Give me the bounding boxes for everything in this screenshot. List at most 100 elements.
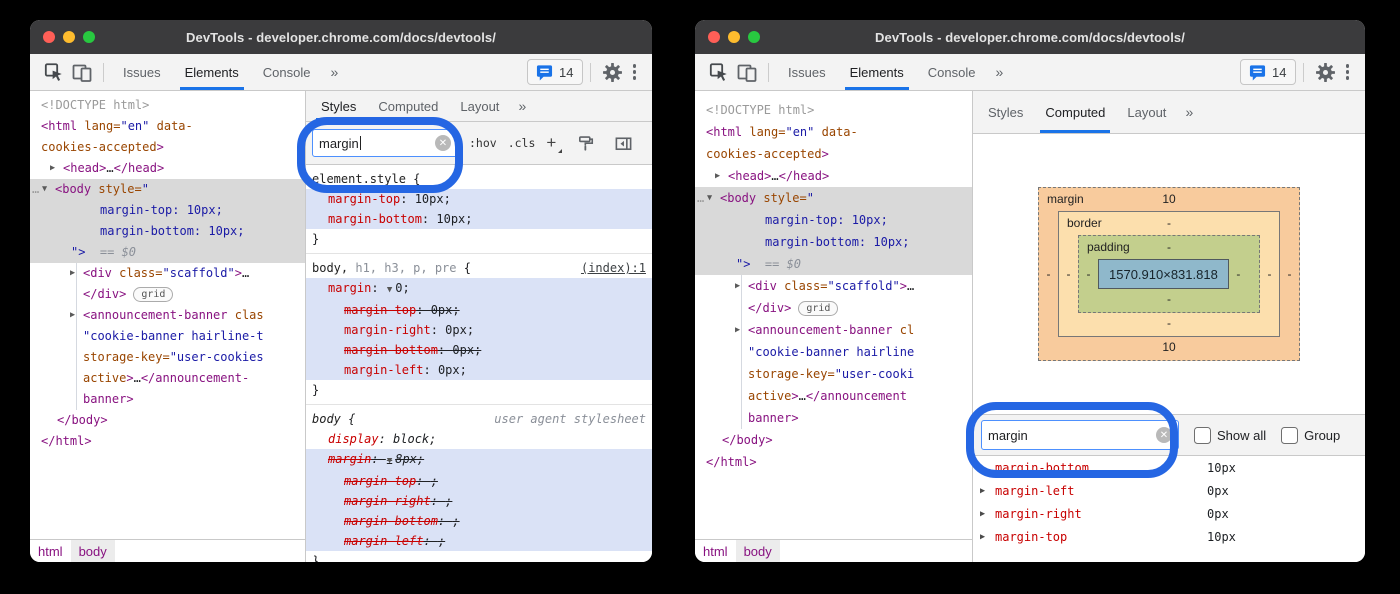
css-declaration[interactable]: margin: ▼8px; (306, 449, 652, 471)
dom-tree-line[interactable]: storage-key="user-cooki (695, 363, 972, 385)
dom-tree-line[interactable]: margin-top: 10px; (695, 209, 972, 231)
shorthand-expand-icon[interactable]: ▼ (387, 456, 392, 466)
dom-tree-line[interactable]: </div>grid (30, 284, 305, 305)
breadcrumb-item-body[interactable]: body (71, 540, 115, 562)
dom-tree-line[interactable]: "cookie-banner hairline-t (30, 326, 305, 347)
disclosure-triangle-icon[interactable]: ▶ (980, 532, 995, 542)
breadcrumb-item-html[interactable]: html (695, 540, 736, 562)
disclosure-triangle-icon[interactable]: ▶ (70, 263, 75, 284)
computed-property-row[interactable]: ▶margin-right0px (973, 502, 1365, 525)
disclosure-triangle-icon[interactable]: ▶ (980, 486, 995, 496)
margin-right-value[interactable]: - (1280, 267, 1299, 281)
close-button[interactable] (708, 31, 720, 43)
dom-tree-line[interactable]: banner> (695, 407, 972, 429)
dom-tree-line[interactable]: ▶<announcement-banner cl (695, 319, 972, 341)
padding-top-value[interactable]: - (1079, 240, 1259, 254)
tab-issues[interactable]: Issues (111, 54, 173, 90)
title-bar[interactable]: DevTools - developer.chrome.com/docs/dev… (695, 20, 1365, 54)
css-declaration[interactable]: margin-bottom: ; (306, 511, 652, 531)
dom-tree-line[interactable]: ▶<div class="scaffold">… (695, 275, 972, 297)
border-top-value[interactable]: - (1059, 216, 1279, 230)
more-tabs-button[interactable]: » (510, 98, 534, 114)
css-declaration[interactable]: margin-left: 0px; (306, 360, 652, 380)
dom-tree-line[interactable]: storage-key="user-cookies (30, 347, 305, 368)
computed-filter-input[interactable]: margin ✕ (981, 420, 1179, 450)
border-bottom-value[interactable]: - (1059, 316, 1279, 330)
settings-button[interactable] (598, 54, 627, 90)
dom-tree-line[interactable]: banner> (30, 389, 305, 410)
dom-tree-line[interactable]: <html lang="en" data- (695, 121, 972, 143)
css-declaration[interactable]: margin-right: 0px; (306, 320, 652, 340)
tab-elements[interactable]: Elements (838, 54, 916, 90)
dom-tree-line[interactable]: …▼<body style=" (695, 187, 972, 209)
group-checkbox[interactable]: Group (1281, 427, 1340, 444)
css-declaration[interactable]: margin-bottom: 10px; (306, 209, 652, 229)
dom-tree-line[interactable]: …▼<body style=" (30, 179, 305, 200)
rendering-emulation-button[interactable] (572, 122, 599, 164)
border-right-value[interactable]: - (1260, 267, 1279, 281)
computed-property-row[interactable]: ▶margin-left0px (973, 479, 1365, 502)
css-declaration[interactable]: display: block; (306, 429, 652, 449)
tab-computed[interactable]: Computed (367, 91, 449, 121)
settings-button[interactable] (1311, 54, 1340, 90)
show-all-checkbox[interactable]: Show all (1194, 427, 1266, 444)
breadcrumb-item-body[interactable]: body (736, 540, 780, 562)
boxmodel-border-layer[interactable]: border - - padding - (1058, 211, 1280, 337)
dom-tree-line[interactable]: margin-bottom: 10px; (695, 231, 972, 253)
new-style-rule-button[interactable]: + (546, 135, 561, 151)
dom-tree-line[interactable]: </html> (30, 431, 305, 452)
tab-computed[interactable]: Computed (1034, 91, 1116, 133)
disclosure-triangle-icon[interactable]: ▶ (50, 158, 55, 179)
css-declaration[interactable]: margin-top: ; (306, 471, 652, 491)
inspect-element-button[interactable] (40, 54, 68, 90)
dom-tree-line[interactable]: ▶<div class="scaffold">… (30, 263, 305, 284)
dom-tree-line[interactable]: </div>grid (695, 297, 972, 319)
dom-tree-line[interactable]: cookies-accepted> (695, 143, 972, 165)
more-tabs-button[interactable]: » (322, 64, 346, 80)
boxmodel-padding-layer[interactable]: padding - - 1570.910×831.818 - (1078, 235, 1260, 313)
minimize-button[interactable] (63, 31, 75, 43)
toggle-sidebar-button[interactable] (610, 122, 637, 164)
title-bar[interactable]: DevTools - developer.chrome.com/docs/dev… (30, 20, 652, 54)
css-declaration[interactable]: margin: ▼0; (306, 278, 652, 300)
dom-tree-line[interactable]: "cookie-banner hairline (695, 341, 972, 363)
close-button[interactable] (43, 31, 55, 43)
shorthand-expand-icon[interactable]: ▼ (387, 285, 392, 295)
computed-property-row[interactable]: ▶margin-bottom10px (973, 456, 1365, 479)
css-declaration[interactable]: margin-right: ; (306, 491, 652, 511)
boxmodel-margin-layer[interactable]: margin 10 - border - - (1038, 187, 1300, 361)
css-declaration[interactable]: margin-bottom: 0px; (306, 340, 652, 360)
padding-right-value[interactable]: - (1229, 267, 1248, 281)
grid-badge[interactable]: grid (798, 301, 838, 316)
padding-left-value[interactable]: - (1079, 267, 1098, 281)
boxmodel-content-box[interactable]: 1570.910×831.818 (1098, 259, 1229, 289)
hidden-items-ellipsis-icon[interactable]: … (697, 187, 704, 209)
border-left-value[interactable]: - (1059, 267, 1078, 281)
tab-issues[interactable]: Issues (776, 54, 838, 90)
dom-tree-line[interactable]: cookies-accepted> (30, 137, 305, 158)
margin-bottom-value[interactable]: 10 (1039, 340, 1299, 354)
disclosure-triangle-icon[interactable]: ▶ (980, 463, 995, 473)
minimize-button[interactable] (728, 31, 740, 43)
disclosure-triangle-icon[interactable]: ▶ (70, 305, 75, 326)
zoom-button[interactable] (748, 31, 760, 43)
checkbox-icon[interactable] (1281, 427, 1298, 444)
hidden-items-ellipsis-icon[interactable]: … (32, 179, 39, 200)
computed-property-row[interactable]: ▶margin-top10px (973, 525, 1365, 548)
kebab-menu-icon[interactable] (1340, 64, 1356, 80)
disclosure-triangle-icon[interactable]: ▼ (707, 187, 712, 209)
dom-tree-line[interactable]: "> == $0 (695, 253, 972, 275)
margin-left-value[interactable]: - (1039, 267, 1058, 281)
toggle-element-state-button[interactable]: :hov (469, 136, 497, 150)
breadcrumb-item-html[interactable]: html (30, 540, 71, 562)
dom-tree-line[interactable]: active>…</announcement (695, 385, 972, 407)
kebab-menu-icon[interactable] (627, 64, 643, 80)
clear-filter-icon[interactable]: ✕ (435, 135, 451, 151)
grid-badge[interactable]: grid (133, 287, 173, 302)
disclosure-triangle-icon[interactable]: ▶ (715, 165, 720, 187)
clear-filter-icon[interactable]: ✕ (1156, 427, 1172, 443)
css-declaration[interactable]: margin-top: 10px; (306, 189, 652, 209)
padding-bottom-value[interactable]: - (1079, 292, 1259, 306)
tab-layout[interactable]: Layout (449, 91, 510, 121)
dom-tree-line[interactable]: ▶<head>…</head> (695, 165, 972, 187)
